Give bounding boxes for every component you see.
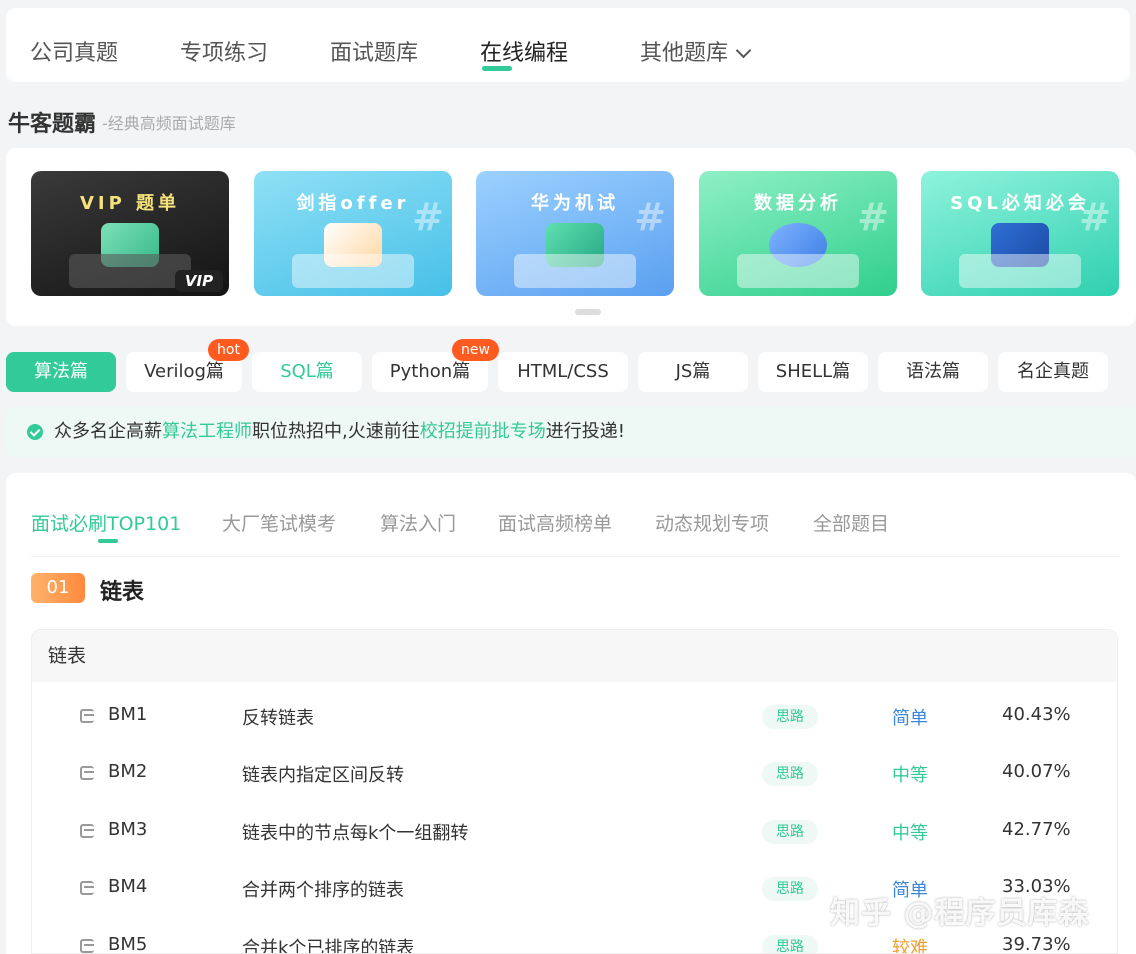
category-sql[interactable]: SQL篇: [252, 352, 362, 392]
pass-rate: 42.77%: [1002, 818, 1071, 840]
difficulty-label: 较难: [892, 937, 928, 954]
difficulty-label: 中等: [892, 822, 928, 844]
problem-icon: [80, 709, 94, 723]
category-verilog-label: Verilog篇: [144, 361, 224, 382]
problem-id: BM1: [108, 704, 148, 725]
subtab-dynamic-programming[interactable]: 动态规划专项: [655, 509, 769, 536]
section-subtitle: -经典高频面试题库: [102, 114, 236, 133]
banner-card-vip-title: VIP 题单: [79, 193, 181, 214]
watermark: 知乎 @程序员库森: [830, 896, 1090, 931]
problem-name[interactable]: 合并k个已排序的链表: [242, 934, 414, 953]
category-syntax[interactable]: 语法篇: [878, 352, 988, 392]
banner-platform: [737, 254, 859, 288]
subtab-algorithm-intro[interactable]: 算法入门: [380, 509, 456, 536]
check-circle-icon: [27, 424, 43, 440]
category-shell[interactable]: SHELL篇: [758, 352, 868, 392]
banner-card-sql[interactable]: SQL必知必会 #: [921, 171, 1119, 296]
nav-topic-practice[interactable]: 专项练习: [180, 40, 268, 68]
hot-badge: hot: [208, 339, 249, 361]
problem-icon: [80, 938, 94, 953]
notice-bar: 众多名企高薪算法工程师职位热招中,火速前往校招提前批专场进行投递!: [6, 407, 1136, 457]
group-title: 链表: [100, 580, 145, 605]
problem-id: BM5: [108, 933, 148, 954]
notice-text-part: 进行投递!: [545, 421, 625, 442]
category-python-label: Python篇: [389, 361, 471, 382]
nav-company-questions[interactable]: 公司真题: [30, 40, 118, 68]
table-header: 链表: [32, 630, 1117, 682]
section-title: 牛客题霸: [8, 112, 97, 137]
problem-name[interactable]: 反转链表: [242, 704, 314, 730]
chevron-down-icon: [735, 42, 752, 59]
nav-active-indicator: [482, 66, 512, 71]
problem-id: BM3: [108, 818, 148, 840]
problem-icon: [80, 823, 94, 838]
banner-card-offer[interactable]: 剑指offer #: [254, 171, 452, 296]
category-company-exams[interactable]: 名企真题: [998, 352, 1108, 392]
table-row[interactable]: BM2 链表内指定区间反转 思路 中等 40.07%: [32, 739, 1117, 796]
nav-interview-bank[interactable]: 面试题库: [330, 40, 418, 68]
problem-name[interactable]: 链表内指定区间反转: [242, 761, 404, 787]
solution-tag[interactable]: 思路: [762, 705, 818, 729]
hash-icon: #: [412, 195, 444, 239]
category-js[interactable]: JS篇: [638, 352, 748, 392]
table-row[interactable]: BM1 反转链表 思路 简单 40.43%: [32, 682, 1117, 739]
carousel-indicator[interactable]: [575, 309, 601, 315]
banner-platform: [69, 254, 191, 288]
divider: [31, 556, 1119, 557]
problem-name[interactable]: 合并两个排序的链表: [242, 876, 404, 902]
top-nav: 公司真题 专项练习 面试题库 在线编程 其他题库: [6, 8, 1130, 82]
banner-card-vip[interactable]: VIP 题单 VIP: [31, 171, 229, 296]
subtab-mock-exam[interactable]: 大厂笔试模考: [222, 509, 336, 536]
nav-online-coding[interactable]: 在线编程: [480, 40, 569, 71]
difficulty-label: 中等: [892, 765, 928, 787]
new-badge: new: [452, 339, 499, 361]
category-python[interactable]: Python篇 new: [372, 339, 499, 392]
notice-text: 众多名企高薪算法工程师职位热招中,火速前往校招提前批专场进行投递!: [54, 407, 625, 457]
vip-badge: VIP: [175, 270, 223, 292]
banner-platform: [959, 254, 1081, 288]
banner-card-data-analysis[interactable]: 数据分析 #: [699, 171, 897, 296]
pass-rate: 40.07%: [1002, 761, 1071, 783]
nav-other-banks[interactable]: 其他题库: [640, 40, 752, 68]
problem-id: BM2: [108, 761, 148, 783]
nav-online-coding-label: 在线编程: [480, 41, 569, 66]
subtab-top101[interactable]: 面试必刷TOP101: [31, 509, 182, 543]
solution-tag[interactable]: 思路: [762, 934, 818, 953]
banner-carousel: VIP 题单 VIP 剑指offer # 华为机试 # 数据分析 # SQL必知…: [6, 148, 1136, 326]
subtab-top101-label: 面试必刷TOP101: [31, 513, 182, 535]
banner-platform: [292, 254, 414, 288]
hash-icon: #: [1079, 195, 1111, 239]
problem-icon: [80, 881, 94, 896]
subtab-all-problems[interactable]: 全部题目: [813, 509, 889, 536]
notice-link-campus-recruit[interactable]: 校招提前批专场: [420, 421, 546, 442]
notice-text-part: 众多名企高薪: [54, 421, 162, 442]
category-html-css[interactable]: HTML/CSS: [498, 352, 628, 392]
category-algorithm[interactable]: 算法篇: [6, 352, 116, 392]
problem-name[interactable]: 链表中的节点每k个一组翻转: [242, 819, 468, 845]
notice-link-algorithm-engineer[interactable]: 算法工程师: [162, 421, 252, 442]
pass-rate: 39.73%: [1002, 933, 1071, 954]
table-row[interactable]: BM3 链表中的节点每k个一组翻转 思路 中等 42.77%: [32, 797, 1117, 854]
problem-panel: 面试必刷TOP101 大厂笔试模考 算法入门 面试高频榜单 动态规划专项 全部题…: [6, 473, 1136, 954]
hash-icon: #: [634, 195, 666, 239]
banner-platform: [514, 254, 636, 288]
notice-text-part: 职位热招中,火速前往: [252, 421, 420, 442]
problem-id: BM4: [108, 876, 148, 898]
solution-tag[interactable]: 思路: [762, 762, 818, 787]
solution-tag[interactable]: 思路: [762, 819, 818, 844]
hash-icon: #: [857, 195, 889, 239]
category-verilog[interactable]: Verilog篇 hot: [126, 339, 249, 392]
subtab-interview-ranking[interactable]: 面试高频榜单: [498, 509, 612, 536]
nav-other-banks-label: 其他题库: [640, 41, 729, 66]
problem-icon: [80, 766, 94, 781]
subtab-active-indicator: [98, 539, 118, 543]
group-number: 01: [31, 573, 85, 603]
solution-tag[interactable]: 思路: [762, 877, 818, 902]
difficulty-label: 简单: [892, 708, 928, 729]
banner-card-huawei[interactable]: 华为机试 #: [476, 171, 674, 296]
pass-rate: 40.43%: [1002, 704, 1071, 725]
